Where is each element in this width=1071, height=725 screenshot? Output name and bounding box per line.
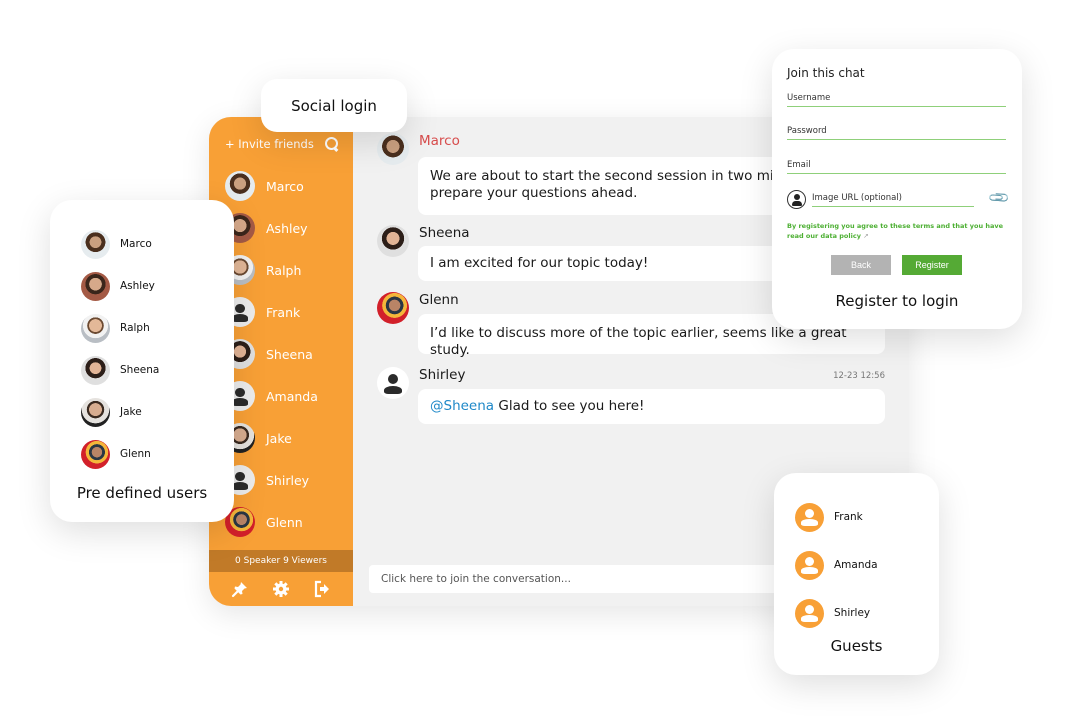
user-list-item[interactable]: Ashley — [225, 207, 318, 249]
user-name: Ralph — [120, 322, 150, 334]
user-list-item[interactable]: Glenn — [225, 501, 318, 543]
gear-icon[interactable] — [272, 580, 290, 598]
back-button[interactable]: Back — [831, 255, 891, 275]
guest-item[interactable]: Shirley — [795, 589, 878, 637]
predefined-users-label: Pre defined users — [76, 484, 208, 502]
predefined-user-item[interactable]: Jake — [81, 391, 159, 433]
avatar — [81, 439, 110, 469]
user-name: Amanda — [834, 559, 878, 571]
password-field[interactable]: Password — [787, 126, 1006, 140]
user-mention[interactable]: @Sheena — [430, 398, 494, 414]
user-name: Shirley — [266, 472, 310, 488]
user-list-item[interactable]: Ralph — [225, 249, 318, 291]
guest-list: Frank Amanda Shirley — [795, 493, 878, 637]
predefined-user-item[interactable]: Sheena — [81, 349, 159, 391]
default-user-icon — [377, 367, 409, 399]
paperclip-icon[interactable]: 📎 — [987, 186, 1011, 210]
social-login-card: Social login — [261, 79, 407, 132]
predefined-user-item[interactable]: Glenn — [81, 433, 159, 475]
user-name: Marco — [266, 178, 304, 194]
user-name: Frank — [266, 304, 301, 320]
user-name: Ashley — [266, 220, 308, 236]
avatar — [81, 397, 110, 427]
user-list-item[interactable]: Marco — [225, 165, 318, 207]
sign-out-icon[interactable] — [313, 580, 331, 598]
user-name: Glenn — [120, 448, 151, 460]
message-author: Shirley — [419, 367, 466, 383]
user-list-item[interactable]: Amanda — [225, 375, 318, 417]
predefined-user-list: Marco Ashley Ralph Sheena Jake Glenn — [81, 223, 159, 475]
guest-item[interactable]: Amanda — [795, 541, 878, 589]
guest-user-icon — [795, 550, 824, 580]
message-author: Sheena — [419, 225, 470, 241]
user-list-item[interactable]: Frank — [225, 291, 318, 333]
user-list-item[interactable]: Shirley — [225, 459, 318, 501]
image-url-row: Image URL (optional) 📎 — [787, 186, 1011, 210]
guest-item[interactable]: Frank — [795, 493, 878, 541]
user-name: Glenn — [266, 514, 303, 530]
avatar — [377, 225, 409, 257]
terms-text[interactable]: By registering you agree to these terms … — [787, 222, 1003, 240]
predefined-users-card: Marco Ashley Ralph Sheena Jake Glenn Pre… — [50, 200, 234, 522]
register-caption: Register to login — [835, 292, 959, 310]
avatar — [81, 313, 110, 343]
user-name: Frank — [834, 511, 863, 523]
social-login-label: Social login — [291, 96, 377, 115]
user-avatar-icon — [787, 190, 806, 209]
register-card: Join this chat Username Password Email I… — [772, 49, 1022, 329]
avatar — [81, 271, 110, 301]
message-author: Glenn — [419, 292, 459, 308]
register-button[interactable]: Register — [902, 255, 962, 275]
viewer-stats: 0 Speaker 9 Viewers — [209, 550, 353, 572]
user-name: Marco — [120, 238, 152, 250]
search-icon[interactable] — [325, 137, 339, 151]
guests-label: Guests — [830, 637, 883, 655]
message-bubble: @Sheena Glad to see you here! — [418, 389, 885, 424]
sidebar-toolbar — [209, 572, 353, 606]
user-name: Jake — [266, 430, 292, 446]
message-timestamp: 12-23 12:56 — [833, 371, 885, 381]
register-title: Join this chat — [787, 66, 865, 80]
user-list-item[interactable]: Sheena — [225, 333, 318, 375]
user-name: Ashley — [120, 280, 155, 292]
avatar — [81, 355, 110, 385]
predefined-user-item[interactable]: Ashley — [81, 265, 159, 307]
message-text: Glad to see you here! — [494, 398, 645, 414]
terms-notice: By registering you agree to these terms … — [787, 221, 1006, 241]
avatar — [377, 292, 409, 324]
user-name: Jake — [120, 406, 142, 418]
pin-icon[interactable] — [231, 580, 249, 598]
external-link-icon[interactable]: ↗ — [863, 232, 868, 240]
avatar — [81, 229, 110, 259]
predefined-user-item[interactable]: Marco — [81, 223, 159, 265]
chat-message: Shirley 12-23 12:56 @Sheena Glad to see … — [377, 367, 885, 427]
guests-card: Frank Amanda Shirley Guests — [774, 473, 939, 675]
email-field[interactable]: Email — [787, 160, 1006, 174]
predefined-user-item[interactable]: Ralph — [81, 307, 159, 349]
user-name: Shirley — [834, 607, 871, 619]
user-list-item[interactable]: Jake — [225, 417, 318, 459]
user-name: Sheena — [120, 364, 160, 376]
user-name: Amanda — [266, 388, 318, 404]
user-list: Marco Ashley Ralph Frank Sheena Amanda J… — [225, 165, 318, 543]
image-url-field[interactable]: Image URL (optional) — [812, 193, 974, 207]
username-field[interactable]: Username — [787, 93, 1006, 107]
guest-user-icon — [795, 598, 824, 628]
sidebar-header: + Invite friends — [225, 137, 339, 151]
invite-friends-link[interactable]: + Invite friends — [225, 137, 314, 151]
user-name: Sheena — [266, 346, 313, 362]
avatar — [225, 171, 255, 201]
message-author: Marco — [419, 133, 460, 149]
user-name: Ralph — [266, 262, 302, 278]
guest-user-icon — [795, 502, 824, 532]
avatar — [377, 133, 409, 165]
